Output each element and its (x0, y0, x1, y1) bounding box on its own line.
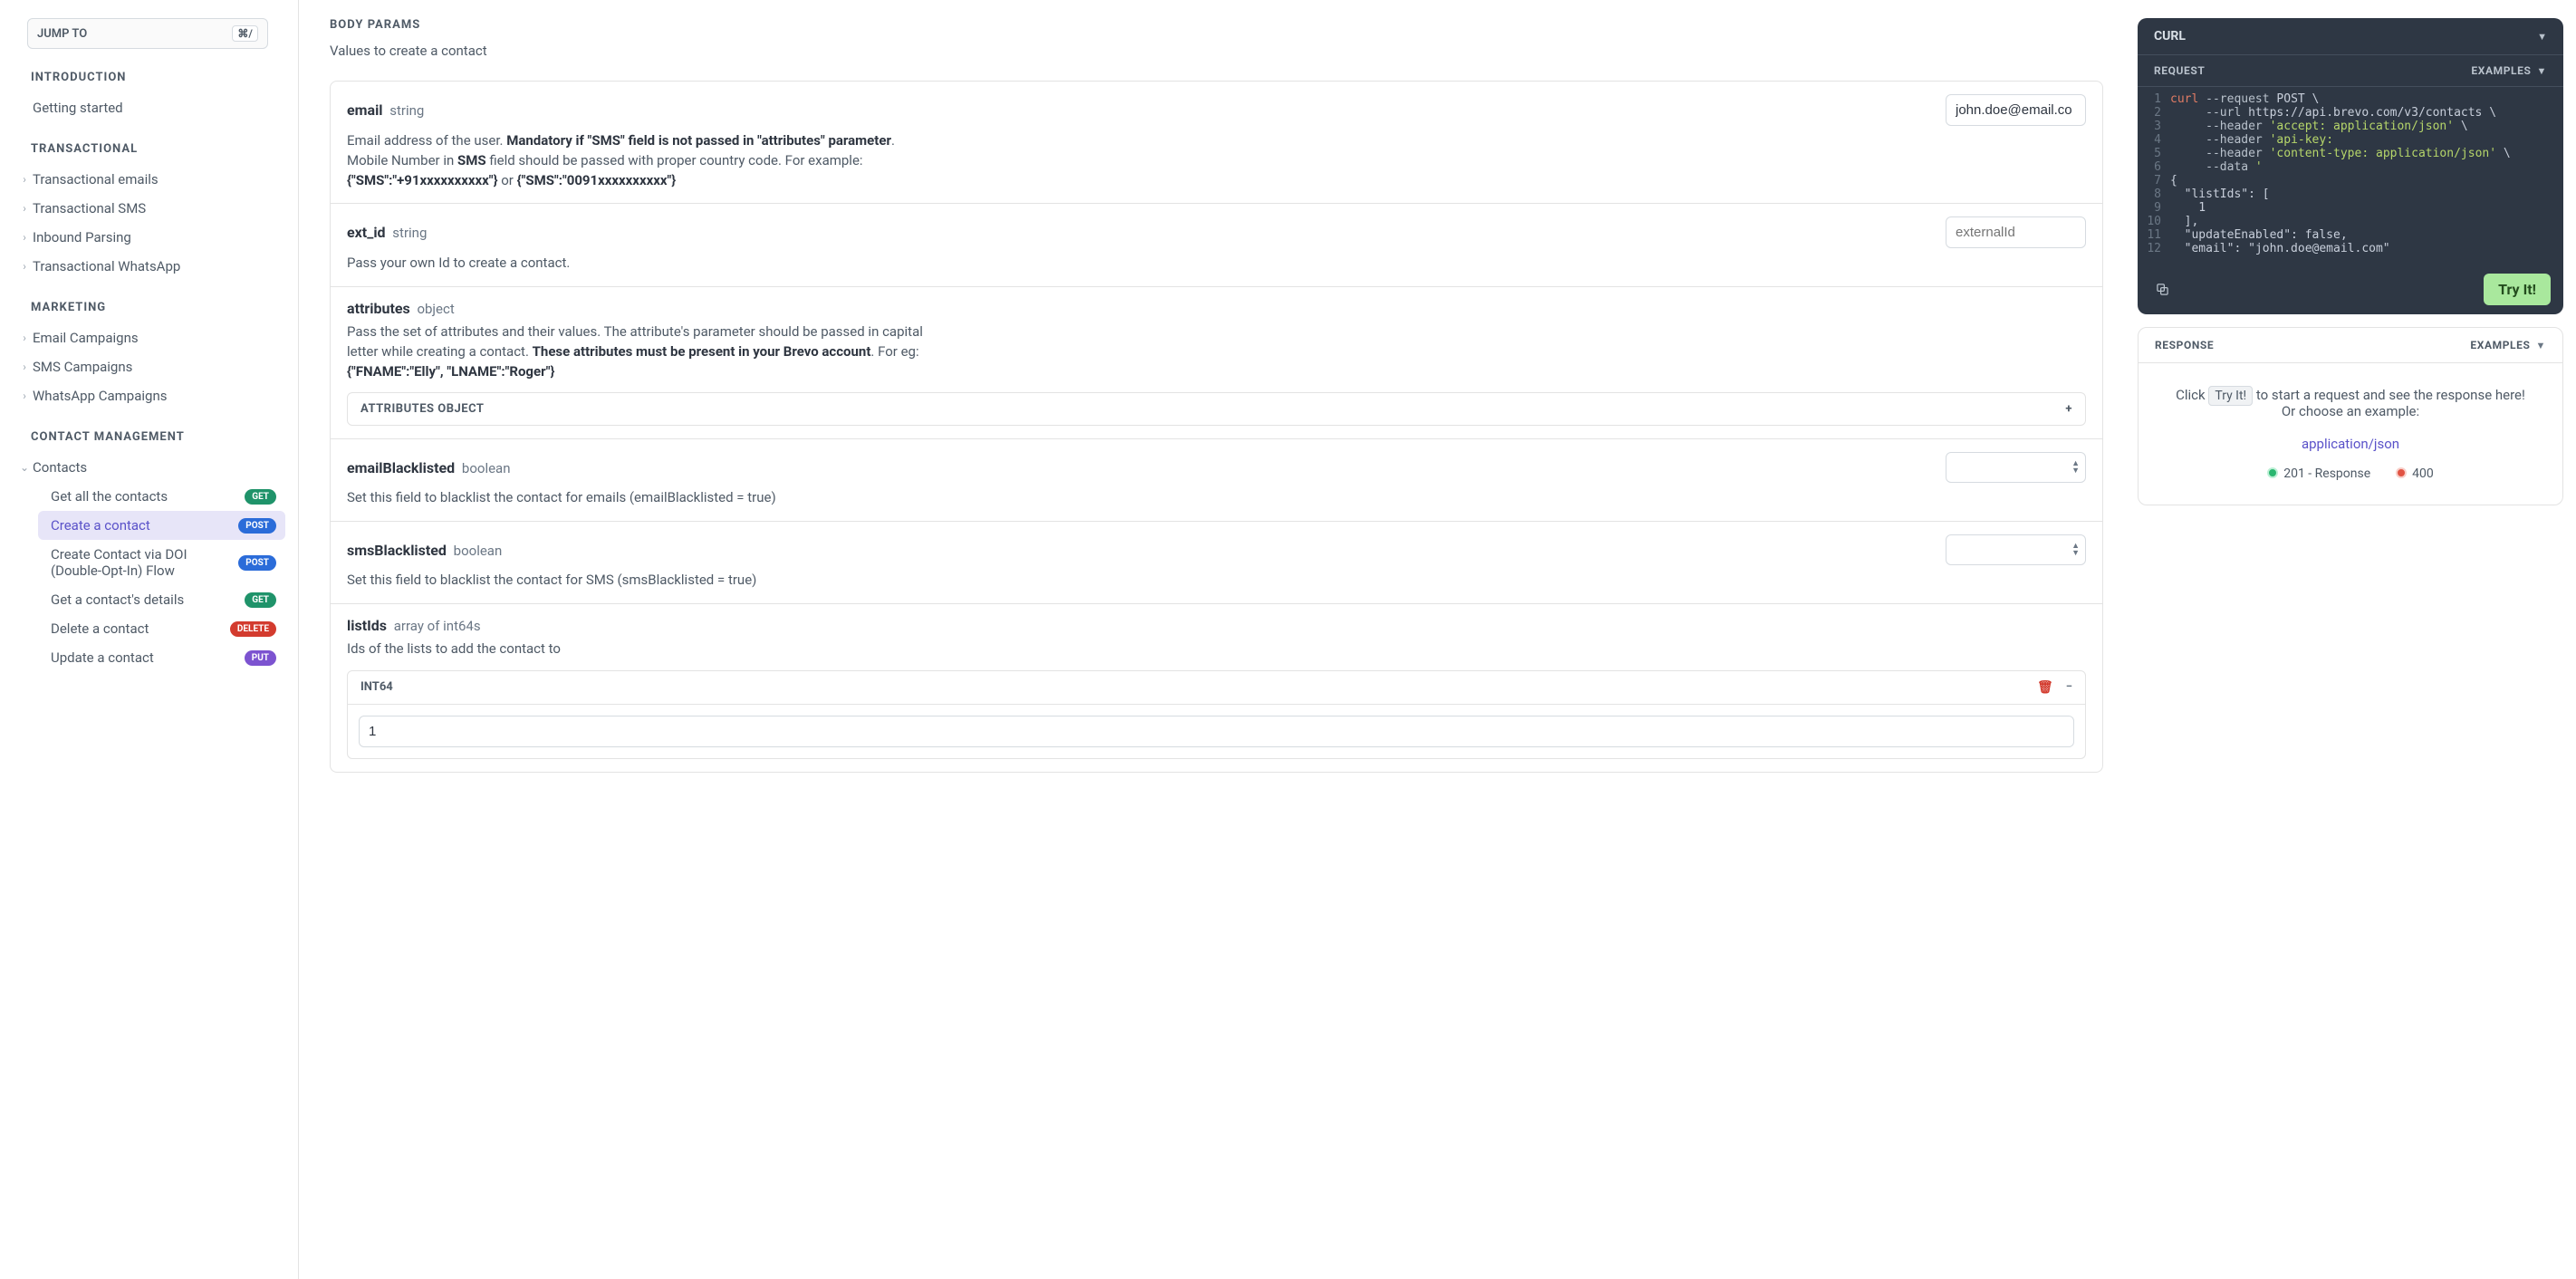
chevron-down-icon[interactable]: ▼ (2537, 31, 2547, 43)
section-subtitle: Values to create a contact (330, 43, 2103, 59)
param-desc: Pass your own Id to create a contact. (347, 254, 927, 274)
param-name: smsBlacklisted (347, 542, 447, 559)
nav-subitem[interactable]: Create a contactPOST (38, 511, 285, 540)
param-type: boolean (462, 460, 511, 476)
chevron-right-icon: › (18, 260, 31, 273)
nav-section-head: MARKETING (31, 301, 285, 314)
section-heading: BODY PARAMS (330, 18, 2103, 32)
chevron-right-icon: › (18, 332, 31, 344)
examples-dropdown[interactable]: EXAMPLES▼ (2470, 339, 2546, 351)
minus-icon[interactable]: − (2066, 680, 2072, 694)
nav-section-head: TRANSACTIONAL (31, 142, 285, 156)
chevron-right-icon: › (18, 231, 31, 244)
request-panel: CURL ▼ REQUEST EXAMPLES▼ 1curl --request… (2138, 18, 2563, 314)
param-desc: Pass the set of attributes and their val… (347, 322, 927, 381)
param-desc: Ids of the lists to add the contact to (347, 640, 927, 659)
response-panel: RESPONSE EXAMPLES▼ Click Try It! to star… (2138, 327, 2563, 505)
param-email-blacklisted: emailBlacklisted boolean ▲▼ Set this fie… (331, 439, 2102, 522)
param-email: email string Email address of the user. … (331, 82, 2102, 204)
response-example-link[interactable]: application/json (2155, 436, 2546, 452)
nav-section-head: CONTACT MANAGEMENT (31, 430, 285, 444)
param-type: object (417, 301, 454, 317)
nav-subitem[interactable]: Get a contact's detailsGET (38, 585, 285, 614)
param-desc: Set this field to blacklist the contact … (347, 571, 927, 591)
nav-item[interactable]: ›WhatsApp Campaigns (13, 381, 285, 410)
nav-subitem[interactable]: Get all the contactsGET (38, 482, 285, 511)
nav-item[interactable]: ⌄Contacts (13, 453, 285, 482)
chevron-down-icon: ⌄ (18, 461, 31, 474)
chevron-right-icon: › (18, 389, 31, 402)
param-name: attributes (347, 300, 410, 317)
param-ext-id: ext_id string Pass your own Id to create… (331, 204, 2102, 287)
method-badge: PUT (245, 650, 276, 666)
ext-id-input[interactable] (1946, 216, 2086, 248)
nav-subitem[interactable]: Create Contact via DOI (Double-Opt-In) F… (38, 540, 285, 585)
plus-icon: + (2065, 402, 2072, 416)
response-hint: Click Try It! to start a request and see… (2155, 387, 2546, 419)
method-badge: GET (245, 489, 276, 505)
method-badge: GET (245, 592, 276, 608)
method-badge: POST (238, 518, 276, 534)
chevron-right-icon: › (18, 361, 31, 373)
examples-dropdown[interactable]: EXAMPLES▼ (2471, 64, 2547, 77)
param-name: ext_id (347, 224, 386, 241)
nav-subitem[interactable]: Delete a contactDELETE (38, 614, 285, 643)
nav-item[interactable]: ›Inbound Parsing (13, 223, 285, 252)
param-name: emailBlacklisted (347, 459, 455, 476)
param-list-ids: listIds array of int64s Ids of the lists… (331, 604, 2102, 772)
nav-item[interactable]: ›Transactional SMS (13, 194, 285, 223)
param-type: string (389, 102, 424, 119)
stepper-icon: ▲▼ (2071, 543, 2080, 557)
param-desc: Email address of the user. Mandatory if … (347, 131, 927, 190)
nav-section-head: INTRODUCTION (31, 71, 285, 84)
try-it-button[interactable]: Try It! (2484, 274, 2551, 305)
param-name: listIds (347, 617, 387, 634)
sms-blacklisted-select[interactable]: ▲▼ (1946, 534, 2086, 565)
copy-icon[interactable] (2150, 278, 2174, 302)
nav-item[interactable]: ›Transactional WhatsApp (13, 252, 285, 281)
param-type: string (392, 225, 427, 241)
nav-item[interactable]: ›Transactional emails (13, 165, 285, 194)
stepper-icon: ▲▼ (2071, 460, 2080, 475)
jump-to-button[interactable]: JUMP TO⌘/ (27, 18, 268, 49)
email-input[interactable] (1946, 94, 2086, 126)
nav-item[interactable]: ›SMS Campaigns (13, 352, 285, 381)
chevron-right-icon: › (18, 202, 31, 215)
nav-item[interactable]: ›Email Campaigns (13, 323, 285, 352)
param-desc: Set this field to blacklist the contact … (347, 488, 927, 508)
nav-item[interactable]: Getting started (13, 93, 285, 122)
param-name: email (347, 101, 383, 119)
response-label: RESPONSE (2155, 339, 2214, 351)
param-sms-blacklisted: smsBlacklisted boolean ▲▼ Set this field… (331, 522, 2102, 604)
chevron-right-icon: › (18, 173, 31, 186)
int64-row-header: INT64 🗑 − (347, 670, 2086, 705)
trash-icon[interactable]: 🗑 (2037, 680, 2053, 695)
method-badge: POST (238, 555, 276, 571)
request-label: REQUEST (2154, 64, 2205, 77)
status-400[interactable]: 400 (2396, 466, 2434, 481)
code-block: 1curl --request POST \2 --url https://ap… (2138, 87, 2563, 264)
language-tab[interactable]: CURL (2154, 29, 2186, 43)
email-blacklisted-select[interactable]: ▲▼ (1946, 452, 2086, 483)
param-type: boolean (454, 543, 503, 559)
nav-subitem[interactable]: Update a contactPUT (38, 643, 285, 672)
status-201[interactable]: 201 - Response (2267, 466, 2370, 481)
param-type: array of int64s (394, 618, 481, 634)
params-container: email string Email address of the user. … (330, 81, 2103, 773)
method-badge: DELETE (230, 621, 276, 637)
listid-input[interactable] (359, 716, 2074, 747)
attributes-object-expander[interactable]: ATTRIBUTES OBJECT + (347, 392, 2086, 426)
param-attributes: attributes object Pass the set of attrib… (331, 287, 2102, 439)
